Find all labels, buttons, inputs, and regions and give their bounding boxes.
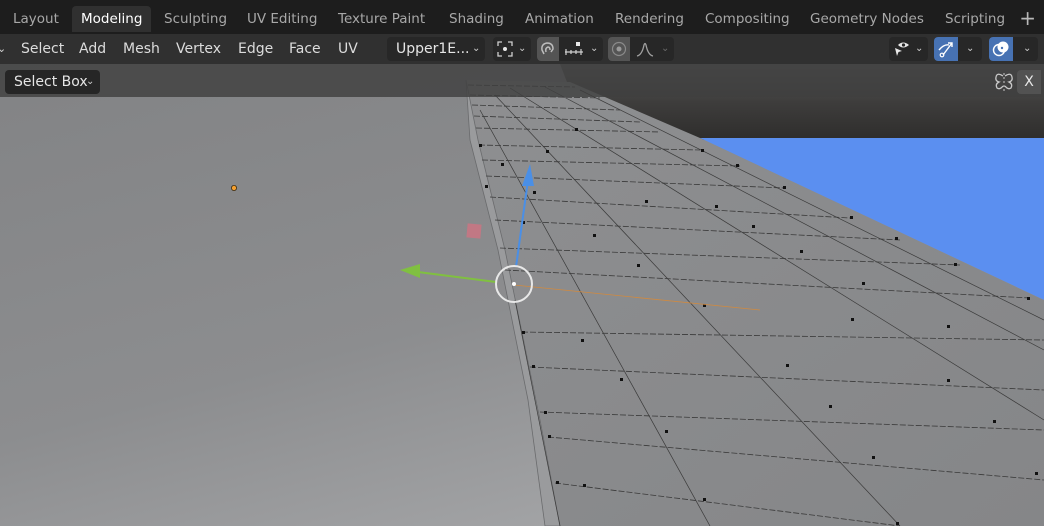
blender-window: Layout Modeling Sculpting UV Editing Tex… — [0, 0, 1044, 526]
mode-chevron-icon[interactable]: ⌄ — [0, 34, 6, 64]
overlay-toggle[interactable] — [989, 37, 1013, 61]
tab-rendering[interactable]: Rendering — [606, 6, 693, 32]
menu-add[interactable]: Add — [79, 34, 106, 64]
chevron-down-icon: ⌄ — [915, 43, 924, 54]
3d-viewport[interactable] — [0, 64, 1044, 526]
tab-layout[interactable]: Layout — [4, 6, 68, 32]
tab-geometry-nodes[interactable]: Geometry Nodes — [801, 6, 933, 32]
proportional-edit-controls[interactable]: ⌄ — [608, 37, 674, 61]
snapping-controls[interactable]: ⌄ — [537, 37, 603, 61]
tab-modeling[interactable]: Modeling — [72, 6, 152, 32]
tab-texture-paint[interactable]: Texture Paint — [329, 6, 434, 32]
pivot-point-dropdown[interactable]: ⌄ — [493, 37, 531, 61]
chevron-down-icon: ⌄ — [966, 43, 975, 54]
pivot-point-icon — [497, 41, 513, 57]
tab-animation[interactable]: Animation — [516, 6, 603, 32]
menu-select[interactable]: Select — [21, 34, 64, 64]
viewport-header: ⌄ Select Add Mesh Vertex Edge Face UV Up… — [0, 34, 1044, 64]
tab-uv-editing[interactable]: UV Editing — [238, 6, 326, 32]
snap-magnet-icon — [541, 42, 554, 55]
chevron-down-icon: ⌄ — [518, 43, 527, 54]
selectability-visibility-dropdown[interactable]: ⌄ — [889, 37, 928, 61]
menu-vertex[interactable]: Vertex — [176, 34, 221, 64]
gizmo-center-dot — [512, 282, 516, 286]
add-workspace-button[interactable]: + — [1019, 4, 1036, 32]
chevron-down-icon: ⌄ — [1023, 43, 1032, 54]
mirror-x-toggle[interactable]: X — [1017, 70, 1041, 94]
falloff-curve-icon — [636, 42, 654, 57]
gizmo-x-plane-handle[interactable] — [466, 223, 482, 239]
mirror-butterfly-icon[interactable] — [993, 72, 1015, 92]
gizmo-controls[interactable]: ⌄ — [934, 37, 982, 61]
snap-toggle[interactable] — [537, 37, 559, 61]
object-origin-dot[interactable] — [230, 184, 237, 191]
menu-uv[interactable]: UV — [338, 34, 358, 64]
chevron-down-icon: ⌄ — [661, 43, 670, 54]
object-dropdown-label: Upper1E... — [396, 41, 470, 57]
chevron-down-icon: ⌄ — [472, 43, 481, 54]
gizmo-icon — [938, 42, 953, 58]
eye-cursor-icon — [895, 42, 909, 56]
tab-scripting[interactable]: Scripting — [936, 6, 1014, 32]
workspace-tab-bar: Layout Modeling Sculpting UV Editing Tex… — [0, 0, 1044, 34]
object-dropdown[interactable]: Upper1E... ⌄ — [387, 37, 485, 61]
menu-edge[interactable]: Edge — [238, 34, 273, 64]
tab-sculpting[interactable]: Sculpting — [155, 6, 236, 32]
overlay-icon — [992, 41, 1009, 57]
menu-face[interactable]: Face — [289, 34, 321, 64]
select-mode-dropdown[interactable]: Select Box ⌄ — [5, 70, 100, 94]
chevron-down-icon: ⌄ — [86, 76, 95, 87]
overlay-controls[interactable]: ⌄ — [989, 37, 1038, 61]
chevron-down-icon: ⌄ — [590, 43, 599, 54]
proportional-edit-icon — [611, 41, 627, 57]
gizmo-toggle[interactable] — [934, 37, 958, 61]
select-mode-label: Select Box — [14, 74, 88, 90]
snap-increment-icon — [565, 42, 583, 55]
tool-settings-bar — [0, 64, 1044, 97]
viewport-canvas[interactable] — [0, 64, 1044, 526]
menu-mesh[interactable]: Mesh — [123, 34, 160, 64]
proportional-edit-toggle[interactable] — [608, 37, 630, 61]
tab-compositing[interactable]: Compositing — [696, 6, 799, 32]
tab-shading[interactable]: Shading — [440, 6, 513, 32]
